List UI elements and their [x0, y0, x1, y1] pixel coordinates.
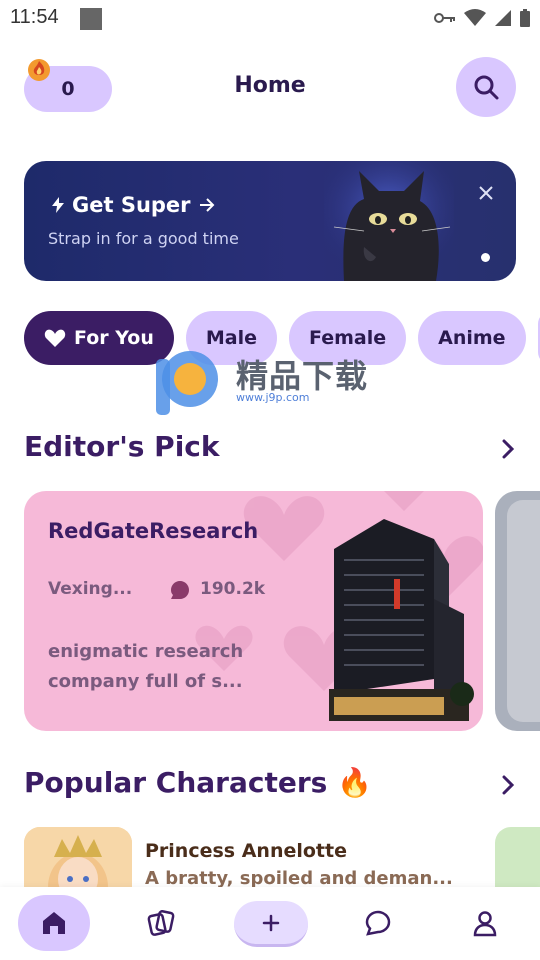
- banner-title-text: Get Super: [72, 193, 191, 217]
- search-icon: [474, 75, 499, 100]
- notification-square-icon: [80, 8, 102, 30]
- pick-character-name: RedGateResearch: [48, 519, 259, 543]
- popular-characters-title: Popular Characters 🔥: [24, 766, 372, 799]
- chat-bubble-icon: [171, 581, 189, 599]
- nav-cards[interactable]: [125, 895, 197, 951]
- cat-illustration: [324, 161, 454, 281]
- lightning-icon: [52, 197, 64, 213]
- nav-profile[interactable]: [449, 895, 521, 951]
- next-pick-card-image: [507, 500, 540, 722]
- signal-icon: [495, 10, 511, 26]
- carousel-indicator: [481, 253, 490, 262]
- building-image: [329, 519, 474, 721]
- chip-label: For You: [74, 327, 154, 349]
- editors-pick-card[interactable]: RedGateResearch Vexing... 190.2k enigmat…: [24, 491, 483, 731]
- status-icons: [434, 8, 530, 28]
- watermark: 精品下载 www.j9p.com: [150, 345, 390, 425]
- watermark-url: www.j9p.com: [236, 391, 310, 404]
- wifi-icon: [464, 9, 486, 26]
- battery-icon: [520, 9, 530, 27]
- cards-icon: [147, 910, 175, 936]
- nav-home-icon-wrap[interactable]: [18, 895, 90, 951]
- plus-icon: [262, 914, 280, 931]
- search-button[interactable]: [456, 57, 516, 117]
- character-description: A bratty, spoiled and deman...: [145, 868, 453, 889]
- key-icon: [434, 13, 455, 23]
- editors-pick-title: Editor's Pick: [24, 430, 220, 463]
- home-icon: [43, 912, 65, 934]
- banner-subtitle: Strap in for a good time: [48, 229, 239, 248]
- get-super-banner[interactable]: Get Super Strap in for a good time: [24, 161, 516, 281]
- watermark-logo-icon: [156, 351, 218, 415]
- heart-icon: [44, 329, 66, 347]
- chat-icon: [365, 910, 391, 936]
- banner-title: Get Super: [52, 193, 215, 217]
- nav-create-button[interactable]: [234, 901, 308, 947]
- chevron-right-icon[interactable]: [500, 774, 516, 796]
- pick-author: Vexing...: [48, 579, 133, 599]
- chip-anime[interactable]: Anime: [418, 311, 526, 365]
- status-time: 11:54: [10, 6, 59, 28]
- pick-chat-count: 190.2k: [200, 579, 266, 599]
- character-name: Princess Annelotte: [145, 840, 347, 862]
- bottom-navigation: [0, 887, 540, 960]
- profile-icon: [473, 911, 497, 937]
- chevron-right-icon[interactable]: [500, 438, 516, 460]
- close-icon[interactable]: [476, 183, 496, 203]
- arrow-right-icon: [199, 198, 214, 212]
- nav-chat[interactable]: [342, 895, 414, 951]
- chip-label: Anime: [438, 327, 506, 349]
- pick-description: enigmatic research company full of s...: [48, 641, 244, 692]
- status-bar: 11:54: [0, 0, 540, 38]
